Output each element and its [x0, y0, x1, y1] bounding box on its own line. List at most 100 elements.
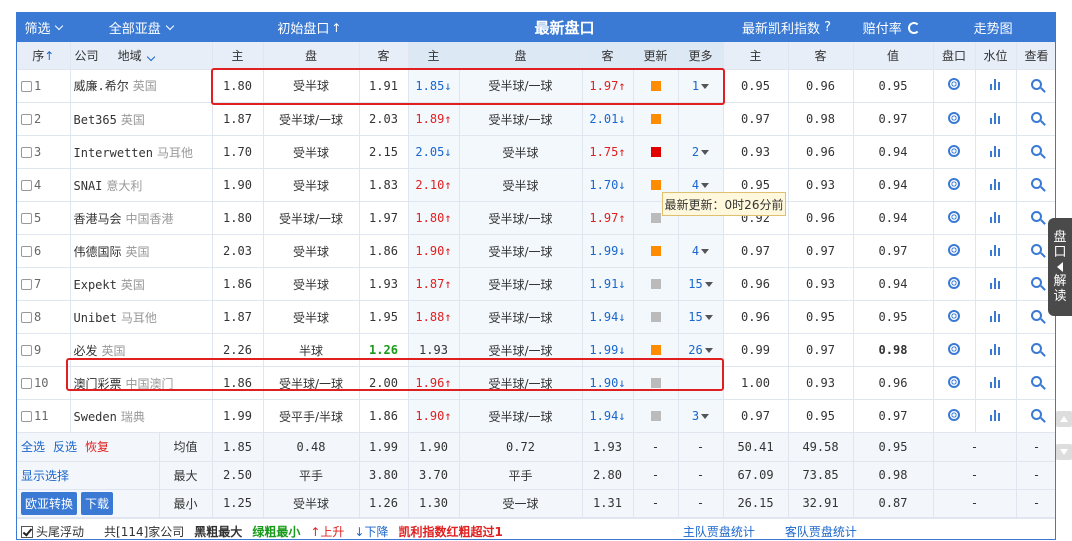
checkbox-icon[interactable]: [21, 114, 32, 125]
football-icon[interactable]: [948, 210, 960, 223]
update-square-icon[interactable]: [650, 180, 661, 190]
update-indicator[interactable]: [633, 399, 679, 433]
more-dropdown[interactable]: 3: [678, 399, 724, 433]
more-dropdown[interactable]: 4: [678, 234, 724, 268]
more-dropdown[interactable]: [678, 366, 724, 400]
view-link[interactable]: [1016, 102, 1055, 136]
euro-asian-convert-button[interactable]: 欧亚转换: [21, 491, 78, 515]
update-indicator[interactable]: [633, 333, 679, 367]
football-icon[interactable]: [948, 309, 960, 322]
payout-header[interactable]: 赔付率: [851, 13, 931, 42]
company-name[interactable]: 必发: [74, 344, 98, 358]
football-icon[interactable]: [948, 177, 960, 190]
update-indicator[interactable]: [633, 135, 679, 169]
checkbox-icon[interactable]: [21, 312, 32, 323]
football-icon[interactable]: [948, 144, 960, 157]
row-select[interactable]: 6: [17, 234, 71, 268]
handicap-chart-link[interactable]: [933, 366, 976, 400]
filter-menu[interactable]: 筛选: [17, 13, 70, 42]
football-icon[interactable]: [948, 111, 960, 124]
update-square-icon[interactable]: [650, 147, 661, 157]
update-square-icon[interactable]: [650, 279, 661, 289]
update-square-icon[interactable]: [650, 213, 661, 223]
bar-chart-icon[interactable]: [989, 145, 1002, 157]
magnifier-icon[interactable]: [1031, 310, 1042, 321]
away-stats-link[interactable]: 客队贾盘统计: [785, 523, 857, 539]
company-name[interactable]: Unibet: [74, 311, 117, 325]
checkbox-icon[interactable]: [21, 378, 32, 389]
water-chart-link[interactable]: [975, 366, 1017, 400]
company-name[interactable]: 伟德国际: [74, 245, 122, 259]
water-chart-link[interactable]: [975, 399, 1017, 433]
bar-chart-icon[interactable]: [989, 244, 1002, 256]
more-dropdown[interactable]: 15: [678, 267, 724, 301]
row-select[interactable]: 11: [17, 399, 71, 433]
company-cell[interactable]: Sweden 瑞典: [70, 399, 213, 433]
checkbox-icon[interactable]: [21, 147, 32, 158]
company-cell[interactable]: Bet365 英国: [70, 102, 213, 136]
update-indicator[interactable]: [633, 267, 679, 301]
water-chart-link[interactable]: [975, 201, 1017, 235]
view-link[interactable]: [1016, 168, 1055, 202]
football-icon[interactable]: [948, 342, 960, 355]
water-chart-link[interactable]: [975, 333, 1017, 367]
handicap-chart-link[interactable]: [933, 300, 976, 334]
water-chart-link[interactable]: [975, 168, 1017, 202]
all-handicap-menu[interactable]: 全部亚盘: [70, 13, 212, 42]
company-name[interactable]: 威廉.希尔: [74, 79, 129, 93]
float-toggle[interactable]: 头尾浮动: [21, 523, 94, 539]
handicap-chart-link[interactable]: [933, 135, 976, 169]
magnifier-icon[interactable]: [1031, 343, 1042, 354]
water-chart-link[interactable]: [975, 69, 1017, 103]
update-indicator[interactable]: [633, 300, 679, 334]
update-square-icon[interactable]: [650, 312, 661, 322]
magnifier-icon[interactable]: [1031, 277, 1042, 288]
row-select[interactable]: 10: [17, 366, 71, 400]
water-chart-link[interactable]: [975, 135, 1017, 169]
handicap-chart-link[interactable]: [933, 399, 976, 433]
update-square-icon[interactable]: [650, 411, 661, 421]
invert-select-link[interactable]: 反选: [53, 440, 77, 454]
water-chart-link[interactable]: [975, 102, 1017, 136]
row-select[interactable]: 1: [17, 69, 71, 103]
company-name[interactable]: Interwetten: [74, 146, 153, 160]
more-dropdown[interactable]: 15: [678, 300, 724, 334]
row-select[interactable]: 2: [17, 102, 71, 136]
company-cell[interactable]: 澳门彩票 中国澳门: [70, 366, 213, 400]
view-link[interactable]: [1016, 69, 1055, 103]
magnifier-icon[interactable]: [1031, 112, 1042, 123]
bar-chart-icon[interactable]: [989, 409, 1002, 421]
football-icon[interactable]: [948, 243, 960, 256]
company-name[interactable]: SNAI: [74, 179, 103, 193]
col-company-region[interactable]: 公司 地域: [70, 42, 213, 70]
download-button[interactable]: 下载: [81, 491, 114, 515]
checkbox-icon[interactable]: [21, 279, 32, 290]
row-select[interactable]: 3: [17, 135, 71, 169]
handicap-chart-link[interactable]: [933, 201, 976, 235]
bar-chart-icon[interactable]: [989, 211, 1002, 223]
checkbox-icon[interactable]: [21, 411, 32, 422]
update-indicator[interactable]: [633, 234, 679, 268]
view-link[interactable]: [1016, 399, 1055, 433]
update-indicator[interactable]: [633, 102, 679, 136]
select-all-link[interactable]: 全选: [21, 440, 45, 454]
row-select[interactable]: 8: [17, 300, 71, 334]
checkbox-checked-icon[interactable]: [21, 526, 33, 538]
company-name[interactable]: 澳门彩票: [74, 377, 122, 391]
handicap-chart-link[interactable]: [933, 168, 976, 202]
view-link[interactable]: [1016, 366, 1055, 400]
magnifier-icon[interactable]: [1031, 78, 1042, 90]
checkbox-icon[interactable]: [21, 80, 32, 92]
handicap-chart-link[interactable]: [933, 102, 976, 136]
magnifier-icon[interactable]: [1031, 145, 1042, 156]
company-cell[interactable]: Expekt 英国: [70, 267, 213, 301]
refresh-icon[interactable]: [907, 21, 920, 34]
magnifier-icon[interactable]: [1031, 244, 1042, 255]
company-cell[interactable]: 香港马会 中国香港: [70, 201, 213, 235]
company-cell[interactable]: Interwetten 马耳他: [70, 135, 213, 169]
more-dropdown[interactable]: 26: [678, 333, 724, 367]
football-icon[interactable]: [948, 408, 960, 421]
update-square-icon[interactable]: [650, 378, 661, 388]
handicap-chart-link[interactable]: [933, 333, 976, 367]
company-cell[interactable]: 必发 英国: [70, 333, 213, 367]
